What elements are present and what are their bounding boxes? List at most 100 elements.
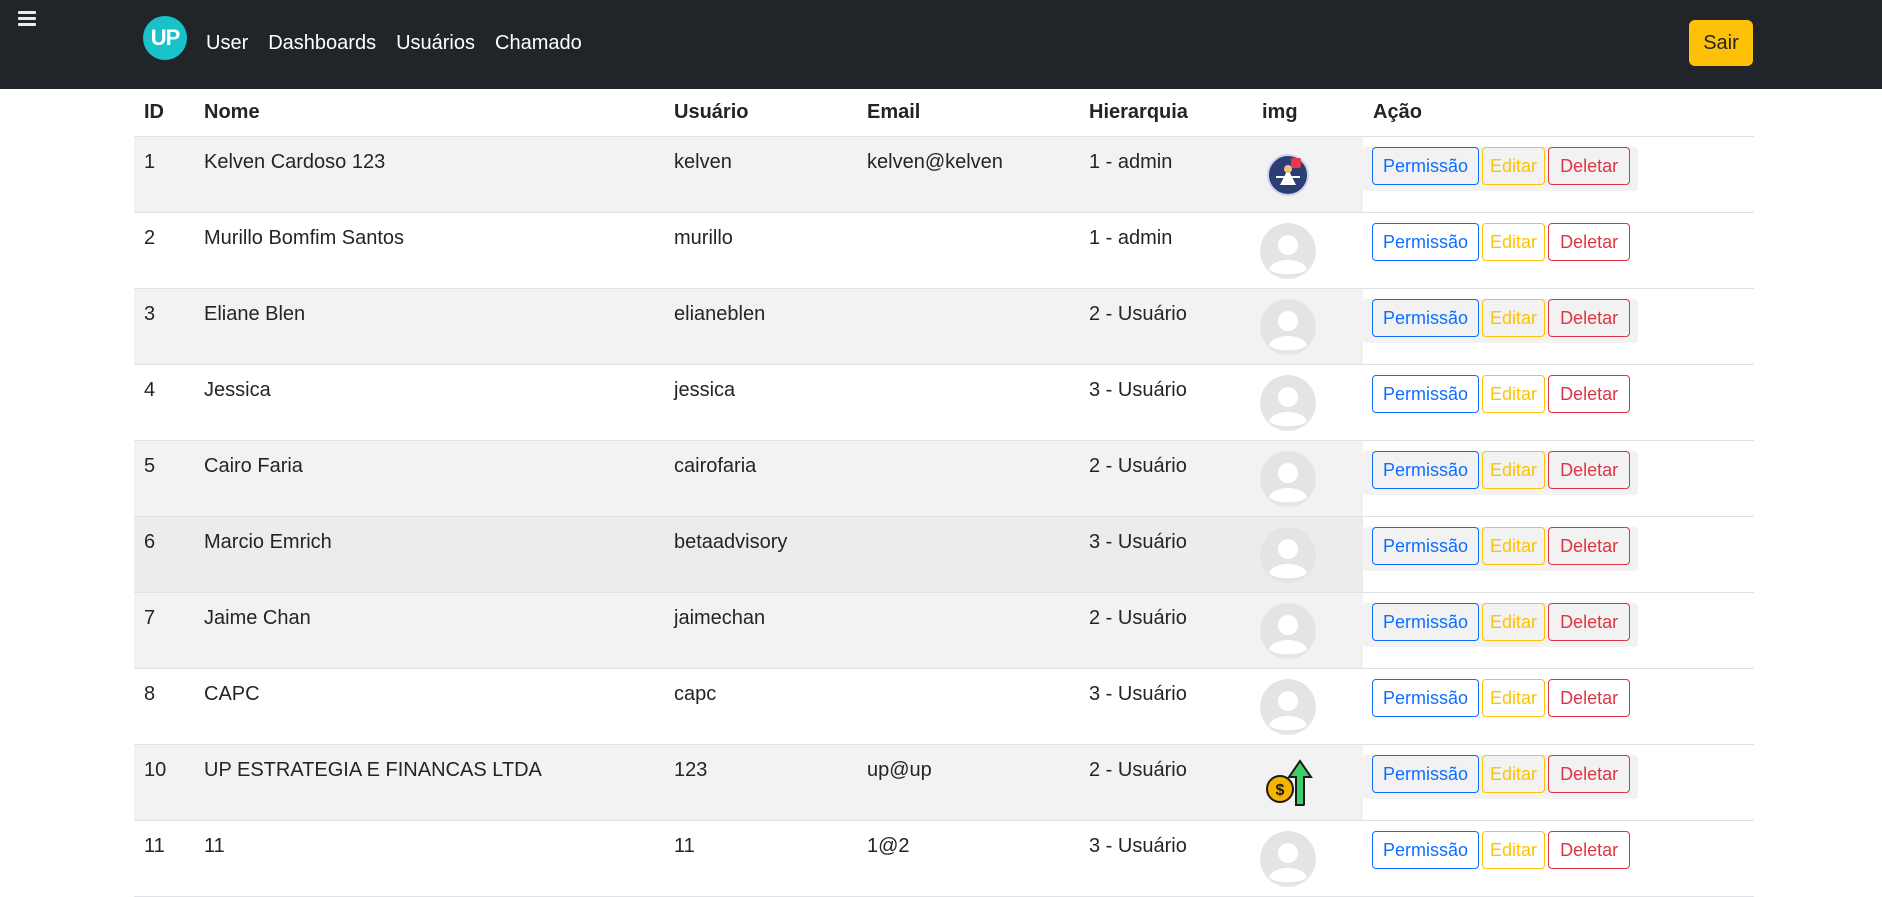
delete-button[interactable]: Deletar [1548,375,1631,413]
col-usuario: Usuário [664,89,857,137]
cell-usuario: murillo [664,212,857,289]
delete-button[interactable]: Deletar [1548,679,1631,717]
edit-button[interactable]: Editar [1482,147,1546,185]
delete-button[interactable]: Deletar [1548,147,1631,185]
table-row: 1 Kelven Cardoso 123 kelven kelven@kelven 1 … [134,136,1754,213]
logo[interactable]: UP [143,16,187,60]
cell-nome: 11 [194,820,664,897]
cell-img [1252,516,1363,593]
permission-button[interactable]: Permissão [1372,147,1480,185]
cell-nome: Jessica [194,364,664,441]
table-row: 11 11 11 1@2 3 - Usuário Permissão Editar Delet… [134,820,1754,897]
logout-button[interactable]: Sair [1689,20,1753,66]
permission-button[interactable]: Permissão [1372,451,1480,489]
delete-button[interactable]: Deletar [1548,299,1631,337]
col-nome: Nome [194,89,664,137]
cell-id: 10 [134,744,194,821]
action-group: Permissão Editar Deletar [1363,527,1639,571]
table-row: 2 Murillo Bomfim Santos murillo 1 - admin Pe… [134,212,1754,289]
cell-hierarquia: 1 - admin [1079,136,1252,213]
cell-email: 1@2 [857,820,1079,897]
user-avatar-icon [1260,223,1353,279]
cell-email [857,516,1079,593]
edit-button[interactable]: Editar [1482,603,1546,641]
cell-id: 6 [134,516,194,593]
delete-button[interactable]: Deletar [1548,831,1631,869]
col-acao: Ação [1363,89,1754,137]
cell-actions: Permissão Editar Deletar [1363,592,1754,669]
action-group: Permissão Editar Deletar [1363,299,1639,343]
delete-button[interactable]: Deletar [1548,527,1631,565]
cell-usuario: cairofaria [664,440,857,517]
users-table: ID Nome Usuário Email Hierarquia img Açã… [134,89,1754,897]
permission-button[interactable]: Permissão [1372,527,1480,565]
action-group: Permissão Editar Deletar [1363,679,1638,723]
permission-button[interactable]: Permissão [1372,679,1480,717]
permission-button[interactable]: Permissão [1372,223,1480,261]
col-email: Email [857,89,1079,137]
nav-dashboards[interactable]: Dashboards [268,30,376,56]
cell-nome: Eliane Blen [194,288,664,365]
delete-button[interactable]: Deletar [1548,223,1631,261]
permission-button[interactable]: Permissão [1372,755,1480,793]
avatar: $ [1262,755,1353,811]
cell-nome: Kelven Cardoso 123 [194,136,664,213]
action-group: Permissão Editar Deletar [1363,451,1639,495]
edit-button[interactable]: Editar [1482,451,1546,489]
cell-actions: Permissão Editar Deletar [1363,440,1754,517]
cell-actions: Permissão Editar Deletar [1363,744,1754,821]
cell-nome: CAPC [194,668,664,745]
cell-img [1252,820,1363,897]
nav-user[interactable]: User [206,30,248,56]
user-avatar-icon [1260,299,1353,355]
cell-actions: Permissão Editar Deletar [1363,288,1754,365]
cell-nome: Jaime Chan [194,592,664,669]
cell-actions: Permissão Editar Deletar [1363,820,1754,897]
edit-button[interactable]: Editar [1482,299,1546,337]
cell-email [857,592,1079,669]
user-avatar-icon [1260,679,1353,735]
cell-email [857,440,1079,517]
nav-chamado[interactable]: Chamado [495,30,582,56]
user-avatar-icon [1260,527,1353,583]
cell-img [1252,364,1363,441]
cell-actions: Permissão Editar Deletar [1363,136,1754,213]
cell-id: 2 [134,212,194,289]
permission-button[interactable]: Permissão [1372,299,1480,337]
edit-button[interactable]: Editar [1482,755,1546,793]
cell-hierarquia: 3 - Usuário [1079,820,1252,897]
col-id: ID [134,89,194,137]
col-img: img [1252,89,1363,137]
cell-hierarquia: 3 - Usuário [1079,668,1252,745]
cell-img [1252,668,1363,745]
cell-hierarquia: 3 - Usuário [1079,364,1252,441]
edit-button[interactable]: Editar [1482,223,1546,261]
action-group: Permissão Editar Deletar [1363,755,1639,799]
delete-button[interactable]: Deletar [1548,755,1631,793]
nav-usuarios[interactable]: Usuários [396,30,475,56]
cell-img: $ [1252,744,1363,821]
table-row: 7 Jaime Chan jaimechan 2 - Usuário Permissão… [134,592,1754,669]
table-row: 8 CAPC capc 3 - Usuário Permissão Editar Delet… [134,668,1754,745]
delete-button[interactable]: Deletar [1548,603,1631,641]
cell-nome: Marcio Emrich [194,516,664,593]
cell-email [857,668,1079,745]
edit-button[interactable]: Editar [1482,831,1546,869]
cell-email [857,212,1079,289]
menu-icon[interactable] [18,8,36,28]
edit-button[interactable]: Editar [1482,375,1546,413]
cell-usuario: jaimechan [664,592,857,669]
permission-button[interactable]: Permissão [1372,603,1480,641]
permission-button[interactable]: Permissão [1372,375,1480,413]
cell-email: kelven@kelven [857,136,1079,213]
cell-email: up@up [857,744,1079,821]
edit-button[interactable]: Editar [1482,527,1546,565]
cell-usuario: elianeblen [664,288,857,365]
delete-button[interactable]: Deletar [1548,451,1631,489]
permission-button[interactable]: Permissão [1372,831,1480,869]
cell-actions: Permissão Editar Deletar [1363,364,1754,441]
cell-id: 3 [134,288,194,365]
edit-button[interactable]: Editar [1482,679,1546,717]
user-avatar-icon [1260,375,1353,431]
cell-usuario: capc [664,668,857,745]
